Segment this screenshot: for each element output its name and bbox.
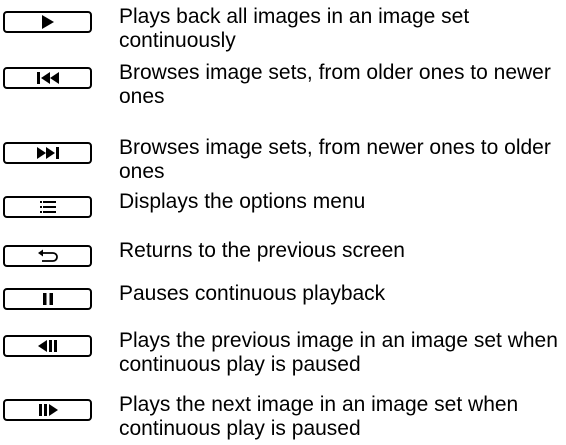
- control-description: Displays the options menu: [119, 190, 366, 213]
- return-icon: [37, 249, 58, 262]
- step-forward-icon: [38, 404, 58, 416]
- pause-button[interactable]: [3, 288, 92, 310]
- step-back-button[interactable]: [3, 335, 92, 357]
- skip-back-icon: [36, 72, 59, 84]
- menu-button[interactable]: [3, 196, 92, 218]
- step-back-icon: [37, 340, 57, 352]
- step-forward-button[interactable]: [3, 399, 92, 421]
- skip-back-button[interactable]: [3, 67, 92, 89]
- control-description: Plays back all images in an image set co…: [119, 5, 470, 52]
- control-description: Returns to the previous screen: [119, 239, 405, 262]
- control-description: Browses image sets, from newer ones to o…: [119, 136, 551, 183]
- skip-forward-icon: [36, 147, 59, 159]
- pause-icon: [42, 293, 53, 305]
- skip-forward-button[interactable]: [3, 142, 92, 164]
- play-button[interactable]: [3, 11, 92, 33]
- control-description: Browses image sets, from older ones to n…: [119, 61, 551, 108]
- play-icon: [41, 15, 54, 29]
- return-button[interactable]: [3, 245, 92, 267]
- control-description: Pauses continuous playback: [119, 282, 386, 305]
- menu-icon: [39, 201, 56, 213]
- control-description: Plays the previous image in an image set…: [119, 329, 558, 376]
- control-description: Plays the next image in an image set whe…: [119, 393, 519, 440]
